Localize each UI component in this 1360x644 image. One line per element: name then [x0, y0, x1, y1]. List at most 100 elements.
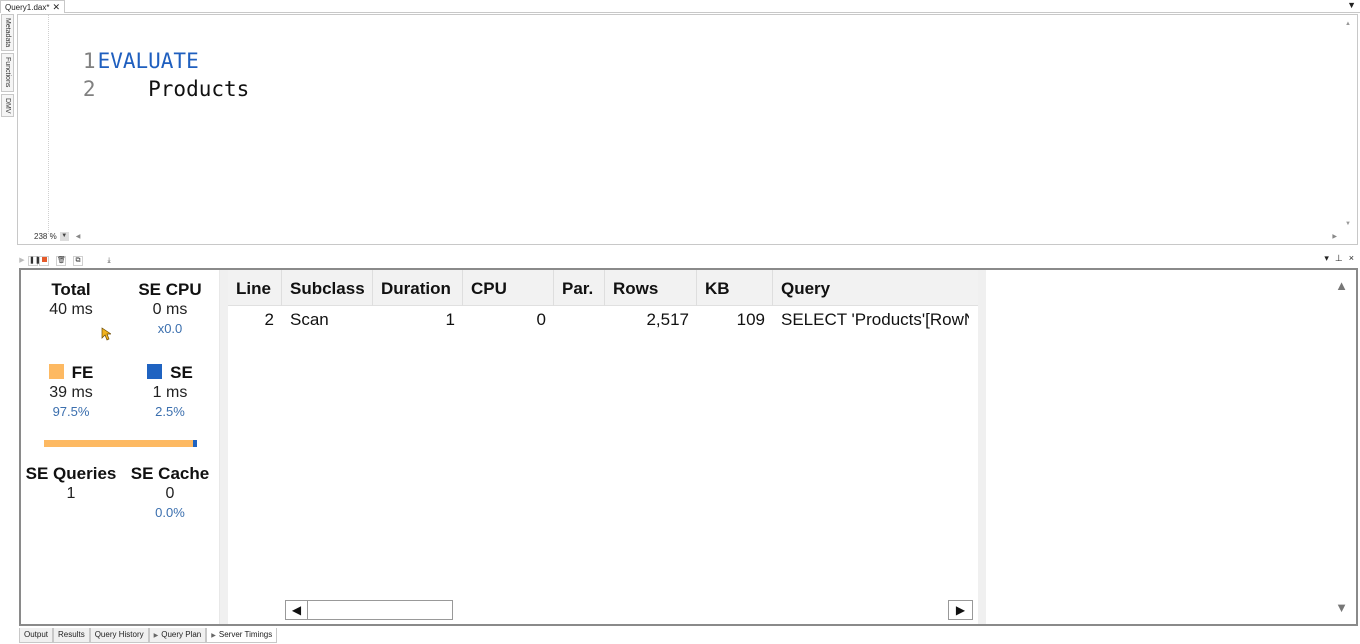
se-stat: SE 1 ms 2.5% — [120, 363, 220, 421]
close-icon[interactable]: × — [1349, 253, 1354, 264]
tab-label: Results — [58, 630, 85, 639]
column-header-duration[interactable]: Duration — [373, 270, 463, 306]
timings-grid: Line Subclass Duration CPU Par. Rows KB … — [228, 270, 978, 624]
column-header-cpu[interactable]: CPU — [463, 270, 554, 306]
stat-value: 0 — [165, 485, 175, 502]
stat-value: 39 ms — [49, 384, 93, 401]
column-header-query[interactable]: Query — [773, 270, 978, 306]
document-tab[interactable]: Query1.dax* ✕ — [0, 0, 66, 13]
fe-legend-swatch — [48, 364, 64, 379]
tab-query-plan[interactable]: ▶ Query Plan — [148, 628, 207, 643]
side-tab-functions[interactable]: Functions — [1, 53, 14, 92]
se-cache-stat: SE Cache 0 0.0% — [120, 464, 220, 522]
column-header-line[interactable]: Line — [228, 270, 282, 306]
dropdown-icon[interactable]: ▼ — [1347, 0, 1356, 10]
mouse-cursor-icon — [101, 327, 111, 341]
delete-icon[interactable]: 🗑 — [56, 255, 66, 266]
stop-icon[interactable] — [39, 255, 49, 266]
document-tab-label: Query1.dax* — [5, 2, 50, 12]
stat-label: SE Queries — [25, 464, 117, 483]
se-legend-swatch — [147, 364, 163, 379]
play-icon: ▶ — [211, 633, 216, 639]
scroll-up-icon[interactable]: ▲ — [1335, 278, 1348, 293]
panel-controls: ▾ ⊥ × — [1324, 253, 1354, 264]
side-tab-metadata[interactable]: Metadata — [1, 14, 14, 52]
tab-query-history[interactable]: Query History — [89, 628, 149, 643]
side-tabs: Metadata Functions DMV — [0, 14, 15, 119]
tab-label: Query Plan — [161, 630, 202, 639]
se-cpu-stat: SE CPU 0 ms x0.0 — [120, 280, 220, 338]
cell-cpu: 0 — [536, 310, 546, 329]
column-header-rows[interactable]: Rows — [605, 270, 697, 306]
scroll-down-icon[interactable]: ▼ — [1345, 221, 1351, 227]
stat-value: 0 ms — [152, 301, 188, 318]
query-editor[interactable]: 1EVALUATE 2 Products ▲ ▼ 238 % ▼ ◀ ▶ — [17, 14, 1358, 245]
code-line[interactable]: 2 Products — [18, 47, 249, 101]
fe-stat: FE 39 ms 97.5% — [21, 363, 121, 421]
grid-right-edge — [978, 270, 986, 624]
play-icon: ▶ — [153, 633, 159, 639]
cell-query: SELECT 'Products'[RowN — [781, 310, 969, 329]
bottom-tabs: Output Results Query History ▶ Query Plan… — [19, 628, 278, 644]
pane-splitter[interactable] — [220, 270, 228, 624]
identifier: Products — [97, 77, 250, 101]
cell-kb: 109 — [736, 310, 765, 329]
stat-label: FE — [71, 363, 94, 382]
grid-header: Line Subclass Duration CPU Par. Rows KB … — [228, 270, 978, 306]
zoom-level: 238 % — [34, 232, 57, 241]
column-header-subclass[interactable]: Subclass — [282, 270, 373, 306]
total-stat: Total 40 ms — [21, 280, 121, 320]
zoom-control[interactable]: 238 % ▼ ◀ — [34, 232, 80, 241]
scroll-right-icon[interactable]: ▶ — [948, 600, 973, 620]
stat-value: 1 ms — [152, 384, 188, 401]
stat-label: Total — [51, 280, 91, 299]
column-header-kb[interactable]: KB — [697, 270, 773, 306]
fe-se-split-bar — [44, 440, 197, 447]
cell-duration: 1 — [445, 310, 455, 329]
stat-label: SE — [170, 363, 193, 382]
cell-rows: 2,517 — [646, 310, 689, 329]
stat-value: 1 — [66, 485, 76, 502]
stat-value: 40 ms — [49, 301, 93, 318]
tab-label: Output — [24, 630, 49, 639]
line-number: 2 — [82, 77, 96, 101]
code-line[interactable]: 1EVALUATE — [18, 19, 199, 73]
scroll-left-icon[interactable]: ◀ — [286, 601, 308, 619]
pause-icon[interactable]: ❚❚ — [28, 255, 41, 266]
play-icon[interactable]: ▶ — [17, 255, 27, 266]
copy-icon[interactable]: ⧉ — [73, 255, 83, 266]
scroll-down-icon[interactable]: ▼ — [1335, 600, 1348, 615]
stat-label: SE Cache — [130, 464, 210, 483]
tab-label: Server Timings — [218, 630, 273, 639]
tab-server-timings[interactable]: ▶ Server Timings — [206, 628, 278, 643]
scroll-up-icon[interactable]: ▲ — [1345, 21, 1351, 27]
cell-line: 2 — [264, 310, 274, 329]
chevron-down-icon[interactable]: ▾ — [1324, 253, 1329, 264]
table-row[interactable]: 2 Scan 1 0 2,517 109 SELECT 'Products'[R… — [228, 308, 978, 332]
close-icon[interactable]: ✕ — [52, 2, 60, 13]
chevron-down-icon[interactable]: ▼ — [59, 232, 69, 241]
stat-ratio: x0.0 — [157, 321, 183, 336]
timings-summary: Total 40 ms SE CPU 0 ms x0.0 FE 39 ms 97… — [21, 270, 220, 624]
horizontal-scrollbar[interactable]: ◀ — [285, 600, 453, 620]
pin-icon[interactable]: ⊥ — [1335, 253, 1343, 264]
stat-percent: 0.0% — [155, 505, 185, 520]
column-header-par[interactable]: Par. — [554, 270, 605, 306]
side-tab-dmv[interactable]: DMV — [1, 93, 14, 118]
server-timings-pane: Total 40 ms SE CPU 0 ms x0.0 FE 39 ms 97… — [19, 268, 1358, 626]
export-icon[interactable]: ⤓ — [104, 255, 114, 266]
tab-label: Query History — [94, 630, 144, 639]
stat-percent: 2.5% — [155, 404, 185, 419]
tab-output[interactable]: Output — [19, 628, 54, 643]
se-portion — [193, 440, 197, 447]
stat-label: SE CPU — [138, 280, 202, 299]
se-queries-stat: SE Queries 1 — [21, 464, 121, 504]
tab-results[interactable]: Results — [53, 628, 90, 643]
stat-percent: 97.5% — [52, 404, 90, 419]
scroll-right-icon[interactable]: ▶ — [1332, 233, 1337, 240]
document-tabstrip: Query1.dax* ✕ ▼ — [0, 0, 1360, 13]
scroll-left-icon[interactable]: ◀ — [76, 233, 81, 240]
cell-par — [554, 308, 605, 332]
timings-toolbar: ▶ ❚❚ 🗑 ⧉ ⤓ ▾ ⊥ × — [17, 253, 1358, 268]
cell-subclass: Scan — [290, 310, 329, 329]
